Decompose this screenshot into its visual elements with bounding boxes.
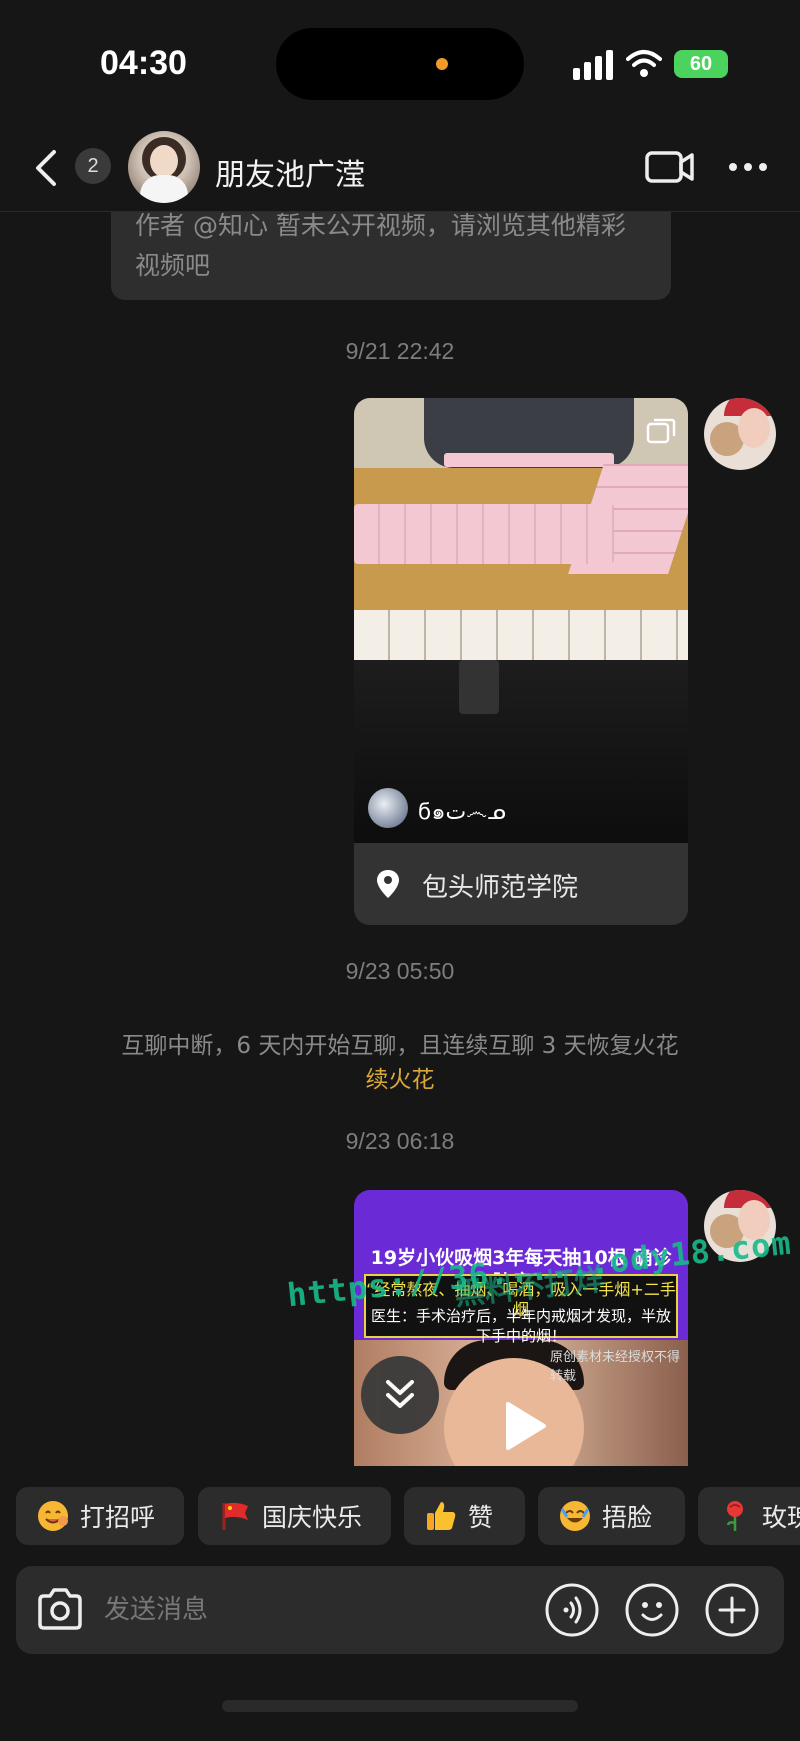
quick-reply-facepalm[interactable]: 捂脸 <box>538 1487 685 1545</box>
quick-reply-national-day[interactable]: 国庆快乐 <box>198 1487 391 1545</box>
video-author-avatar <box>368 788 408 828</box>
message-timestamp: 9/23 05:50 <box>345 958 455 984</box>
emoji-icon[interactable] <box>624 1582 680 1638</box>
scroll-to-bottom-button[interactable] <box>361 1356 439 1434</box>
location-tag[interactable]: 包头师范学院 <box>354 843 688 925</box>
message-timestamp: 9/23 06:18 <box>345 1128 455 1154</box>
dynamic-island <box>276 28 524 100</box>
cellular-signal-icon <box>573 50 615 80</box>
battery-indicator: 60 <box>674 50 728 78</box>
multi-media-icon <box>646 418 676 444</box>
status-bar: 04:30 60 <box>0 0 800 120</box>
facepalm-icon <box>560 1501 590 1531</box>
video-call-icon[interactable] <box>645 150 695 184</box>
clock: 04:30 <box>100 44 187 82</box>
quick-reply-like[interactable]: 赞 <box>404 1487 525 1545</box>
streak-interrupted-notice: 互聊中断，6 天内开始互聊，且连续互聊 3 天恢复火花 <box>121 1033 679 1059</box>
smiling-face-icon <box>38 1501 68 1531</box>
more-options-icon[interactable] <box>728 160 768 174</box>
quick-reply-label: 国庆快乐 <box>262 1503 363 1532</box>
location-name: 包头师范学院 <box>422 873 579 903</box>
home-indicator[interactable] <box>222 1700 578 1712</box>
message-input-bar <box>16 1566 784 1654</box>
red-flag-icon <box>222 1502 248 1530</box>
video-credit: 原创素材未经授权不得转载 <box>550 1350 681 1384</box>
recording-indicator-dot <box>436 58 448 70</box>
wifi-icon <box>626 50 662 77</box>
location-pin-icon <box>377 870 399 898</box>
quick-reply-label: 打招呼 <box>80 1503 156 1532</box>
back-arrow-icon[interactable] <box>30 148 62 188</box>
message-input[interactable] <box>104 1584 544 1636</box>
renew-streak-link[interactable]: 续火花 <box>0 1060 800 1094</box>
my-avatar[interactable] <box>704 398 776 470</box>
plus-icon[interactable] <box>704 1582 760 1638</box>
quick-reply-label: 赞 <box>468 1503 494 1532</box>
video-author-name: ϭ๑ت෴ᓄ <box>418 800 506 825</box>
message-timestamp: 9/21 22:42 <box>345 338 455 364</box>
video-thumbnail[interactable]: ϭ๑ت෴ᓄ <box>354 398 688 843</box>
quick-reply-bar: 打招呼 国庆快乐 赞 捂脸 玫瑰 <box>0 1484 800 1550</box>
quick-reply-label: 捂脸 <box>602 1503 653 1532</box>
contact-avatar[interactable] <box>128 131 200 203</box>
rose-icon <box>726 1501 743 1531</box>
double-chevron-down-icon <box>386 1380 414 1408</box>
unread-count-badge[interactable]: 2 <box>75 148 111 184</box>
quick-reply-greet[interactable]: 打招呼 <box>16 1487 184 1545</box>
camera-icon[interactable] <box>34 1584 86 1636</box>
contact-name[interactable]: 朋友池广滢 <box>215 150 365 194</box>
quick-reply-rose[interactable]: 玫瑰 <box>698 1487 800 1545</box>
play-icon[interactable] <box>504 1400 548 1452</box>
shared-video-card[interactable]: ϭ๑ت෴ᓄ 包头师范学院 <box>354 398 688 925</box>
quick-reply-label: 玫瑰 <box>762 1503 800 1532</box>
unavailable-message-text: 作者 @知心 暂未公开视频，请浏览其他精彩视频吧 <box>135 211 626 280</box>
thumbs-up-icon <box>427 1502 456 1530</box>
voice-message-icon[interactable] <box>544 1582 600 1638</box>
